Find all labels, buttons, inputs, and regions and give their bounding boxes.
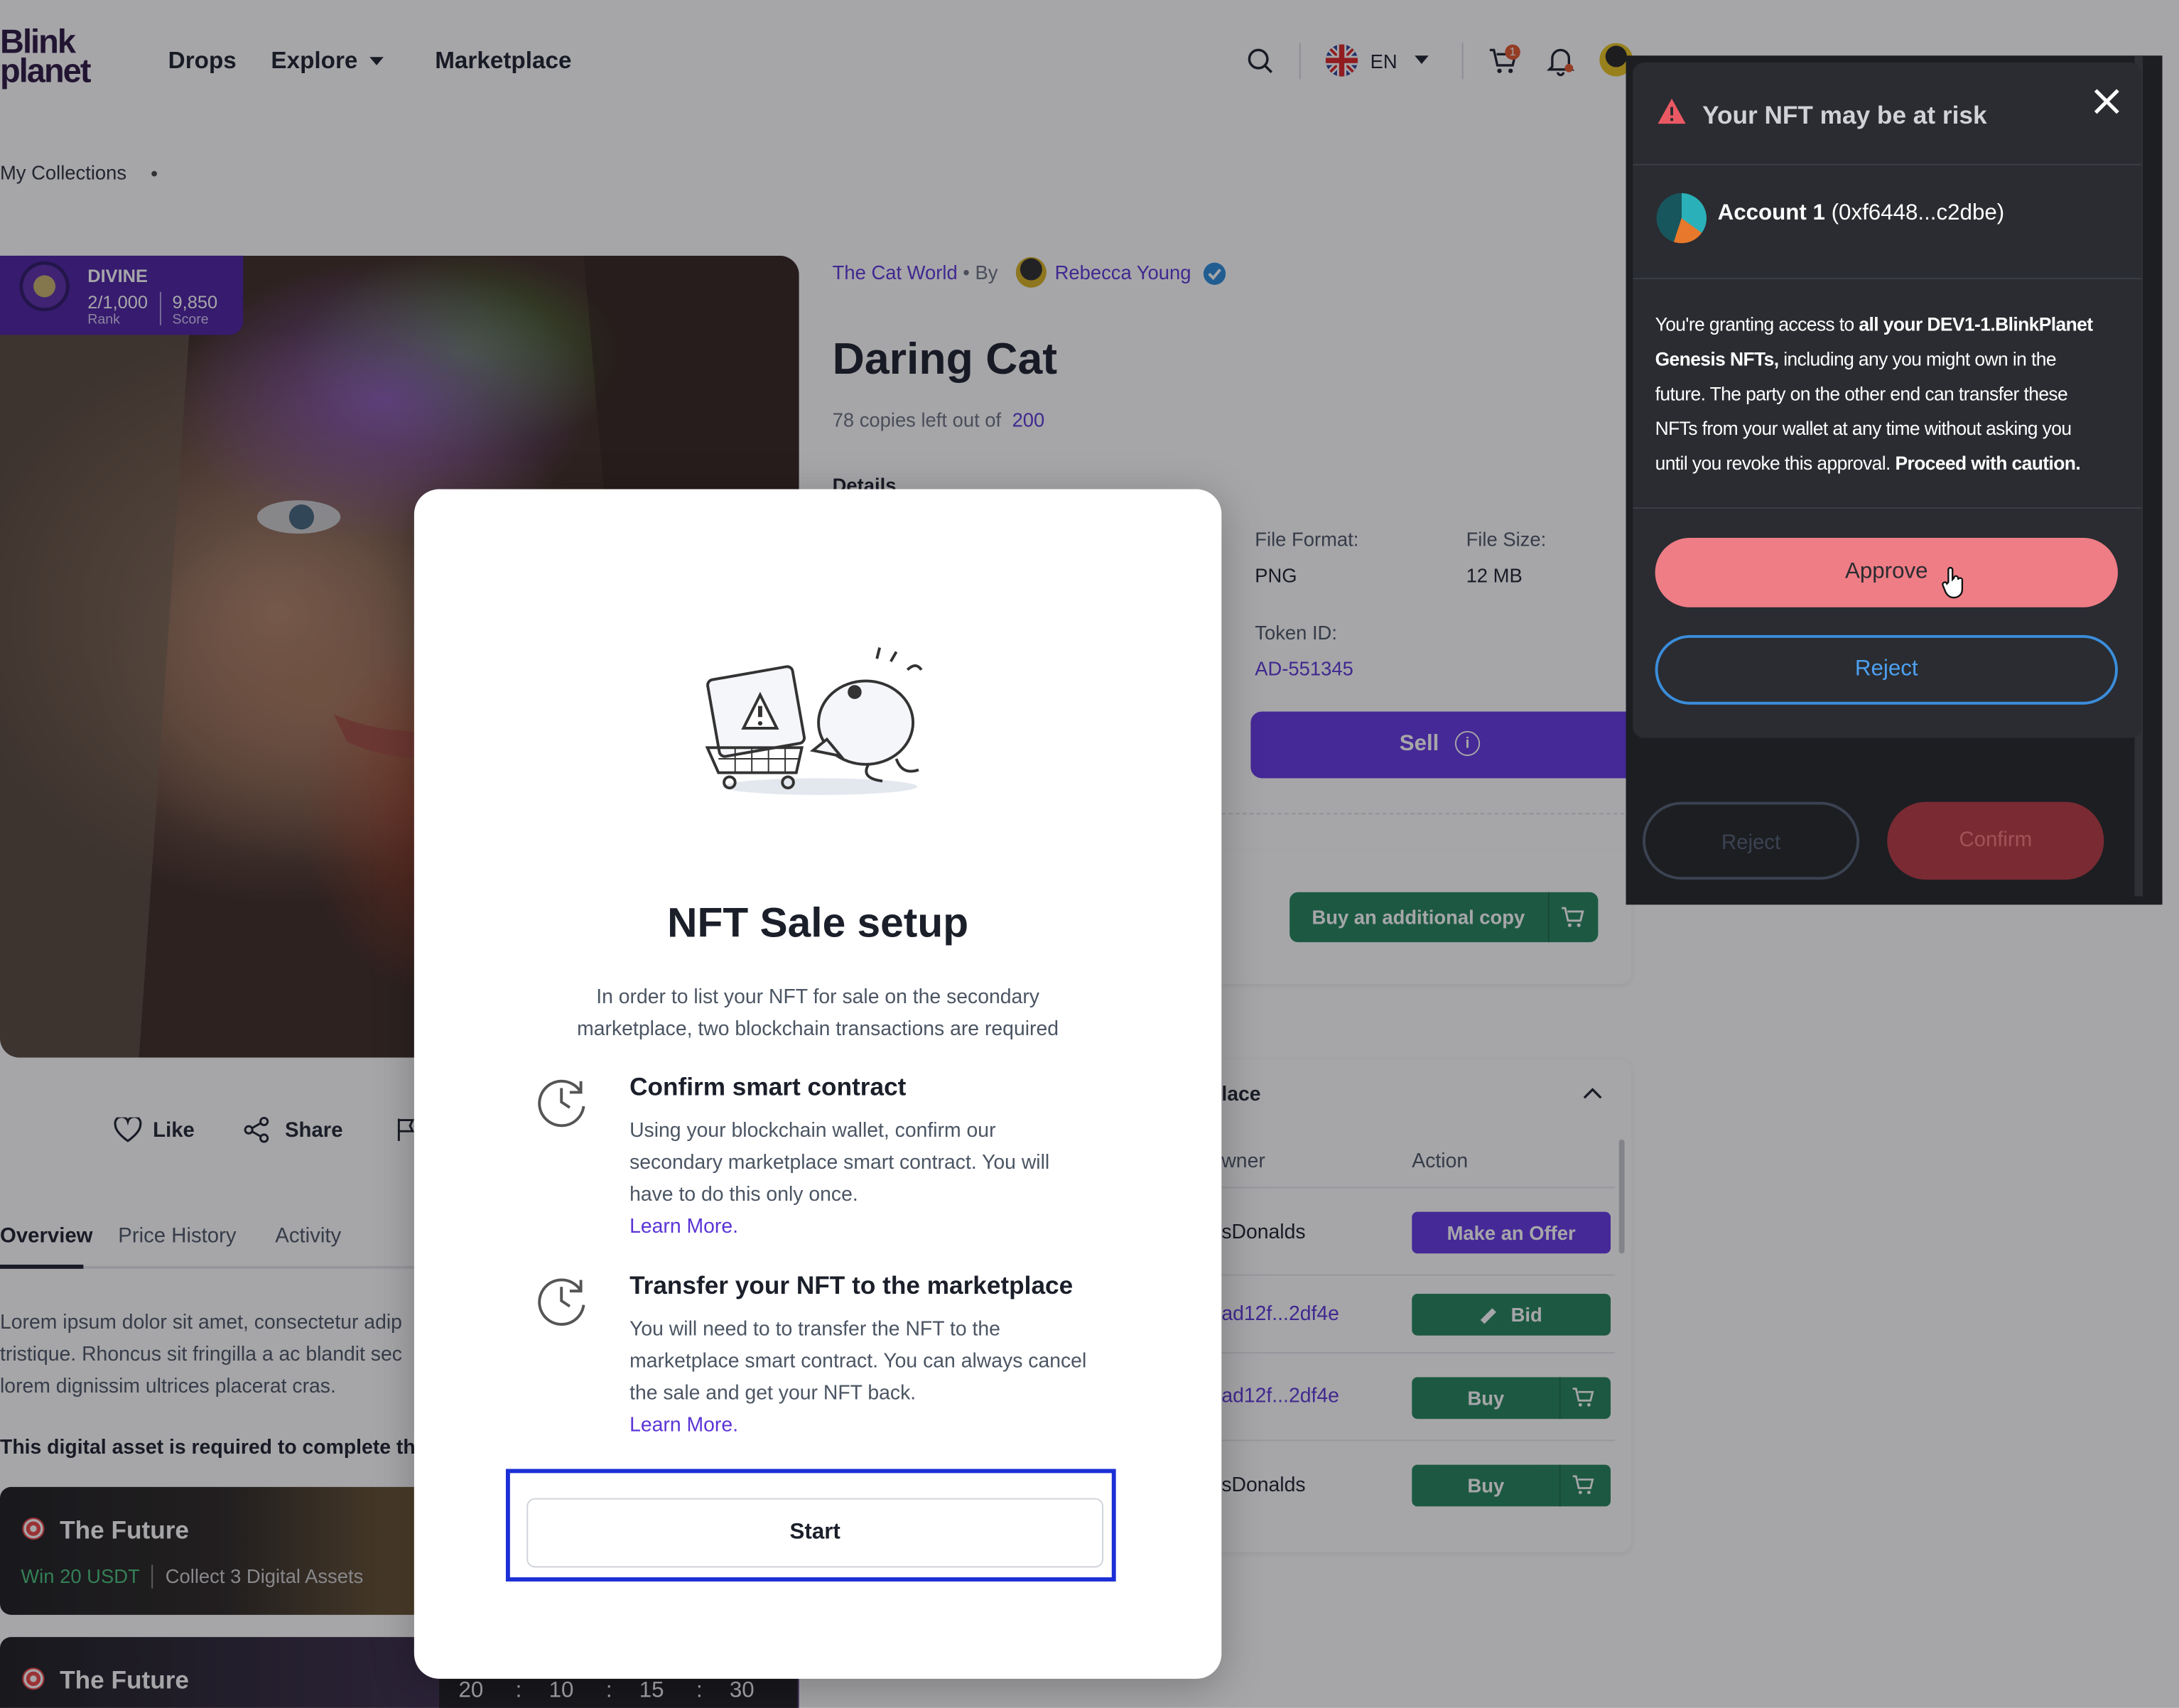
step1-learn-more-link[interactable]: Learn More. <box>629 1212 1049 1244</box>
msg-text: including any you might own in the <box>1778 348 2056 370</box>
clock-icon <box>538 1079 585 1128</box>
modal-title: NFT Sale setup <box>667 900 969 947</box>
msg-bold: Genesis NFTs, <box>1655 348 1779 370</box>
msg-bold: all your DEV1-1.BlinkPlanet <box>1859 314 2093 335</box>
step1-line: have to do this only once. <box>629 1184 858 1206</box>
modal-intro-line: marketplace, two blockchain transactions… <box>577 1018 1059 1042</box>
account-label: Account 1 (0xf6448...c2dbe) <box>1718 202 2005 227</box>
approval-message: You're granting access to all your DEV1-… <box>1655 307 2128 481</box>
account-name: Account 1 <box>1717 201 1825 225</box>
msg-text: until you revoke this approval. <box>1655 453 1896 474</box>
account-address: (0xf6448...c2dbe) <box>1831 201 2005 225</box>
start-label: Start <box>789 1520 840 1545</box>
step2-body: You will need to to transfer the NFT to … <box>629 1314 1086 1442</box>
reject-button[interactable]: Reject <box>1655 634 2118 705</box>
wallet-bg-reject-button[interactable]: Reject <box>1642 801 1860 880</box>
step1-line: secondary marketplace smart contract. Yo… <box>629 1152 1050 1174</box>
warning-icon <box>1658 98 1686 124</box>
modal-intro: In order to list your NFT for sale on th… <box>414 983 1221 1047</box>
step2-line: marketplace smart contract. You can alwa… <box>629 1351 1087 1373</box>
close-icon[interactable] <box>2093 87 2121 115</box>
msg-text: NFTs from your wallet at any time withou… <box>1655 418 2072 440</box>
step2-line: the sale and get your NFT back. <box>629 1383 917 1405</box>
header-divider <box>1633 163 2142 166</box>
modal-intro-line: In order to list your NFT for sale on th… <box>596 986 1039 1010</box>
step2-title: Transfer your NFT to the marketplace <box>629 1271 1074 1299</box>
step2-learn-more-link[interactable]: Learn More. <box>629 1410 1086 1442</box>
msg-text: You're granting access to <box>1655 314 1859 335</box>
account-avatar <box>1656 193 1707 244</box>
msg-text: future. The party on the other end can t… <box>1655 383 2068 405</box>
start-button[interactable]: Start <box>526 1498 1104 1568</box>
clock-icon <box>538 1278 585 1326</box>
approve-button[interactable]: Approve <box>1655 537 2118 607</box>
nft-sale-setup-modal: NFT Sale setup In order to list your NFT… <box>413 489 1222 1679</box>
step1-title: Confirm smart contract <box>629 1073 907 1101</box>
wallet-bg-confirm-button[interactable]: Confirm <box>1887 801 2104 880</box>
hand-cursor-icon <box>1942 566 1964 599</box>
message-divider <box>1633 507 2142 509</box>
wallet-bg-confirm-label: Confirm <box>1959 828 2033 853</box>
msg-bold: Proceed with caution. <box>1895 453 2081 474</box>
step1-line: Using your blockchain wallet, confirm ou… <box>629 1120 996 1142</box>
approval-dialog: Your NFT may be at risk Account 1 (0xf64… <box>1633 63 2142 738</box>
account-divider <box>1633 278 2142 280</box>
warning-cart-illustration <box>705 647 923 795</box>
step2-line: You will need to to transfer the NFT to … <box>629 1319 1000 1341</box>
step1-body: Using your blockchain wallet, confirm ou… <box>629 1116 1049 1244</box>
wallet-bg-reject-label: Reject <box>1721 831 1781 855</box>
warning-title: Your NFT may be at risk <box>1702 101 1987 129</box>
approve-label: Approve <box>1844 560 1928 584</box>
reject-label: Reject <box>1854 657 1918 681</box>
